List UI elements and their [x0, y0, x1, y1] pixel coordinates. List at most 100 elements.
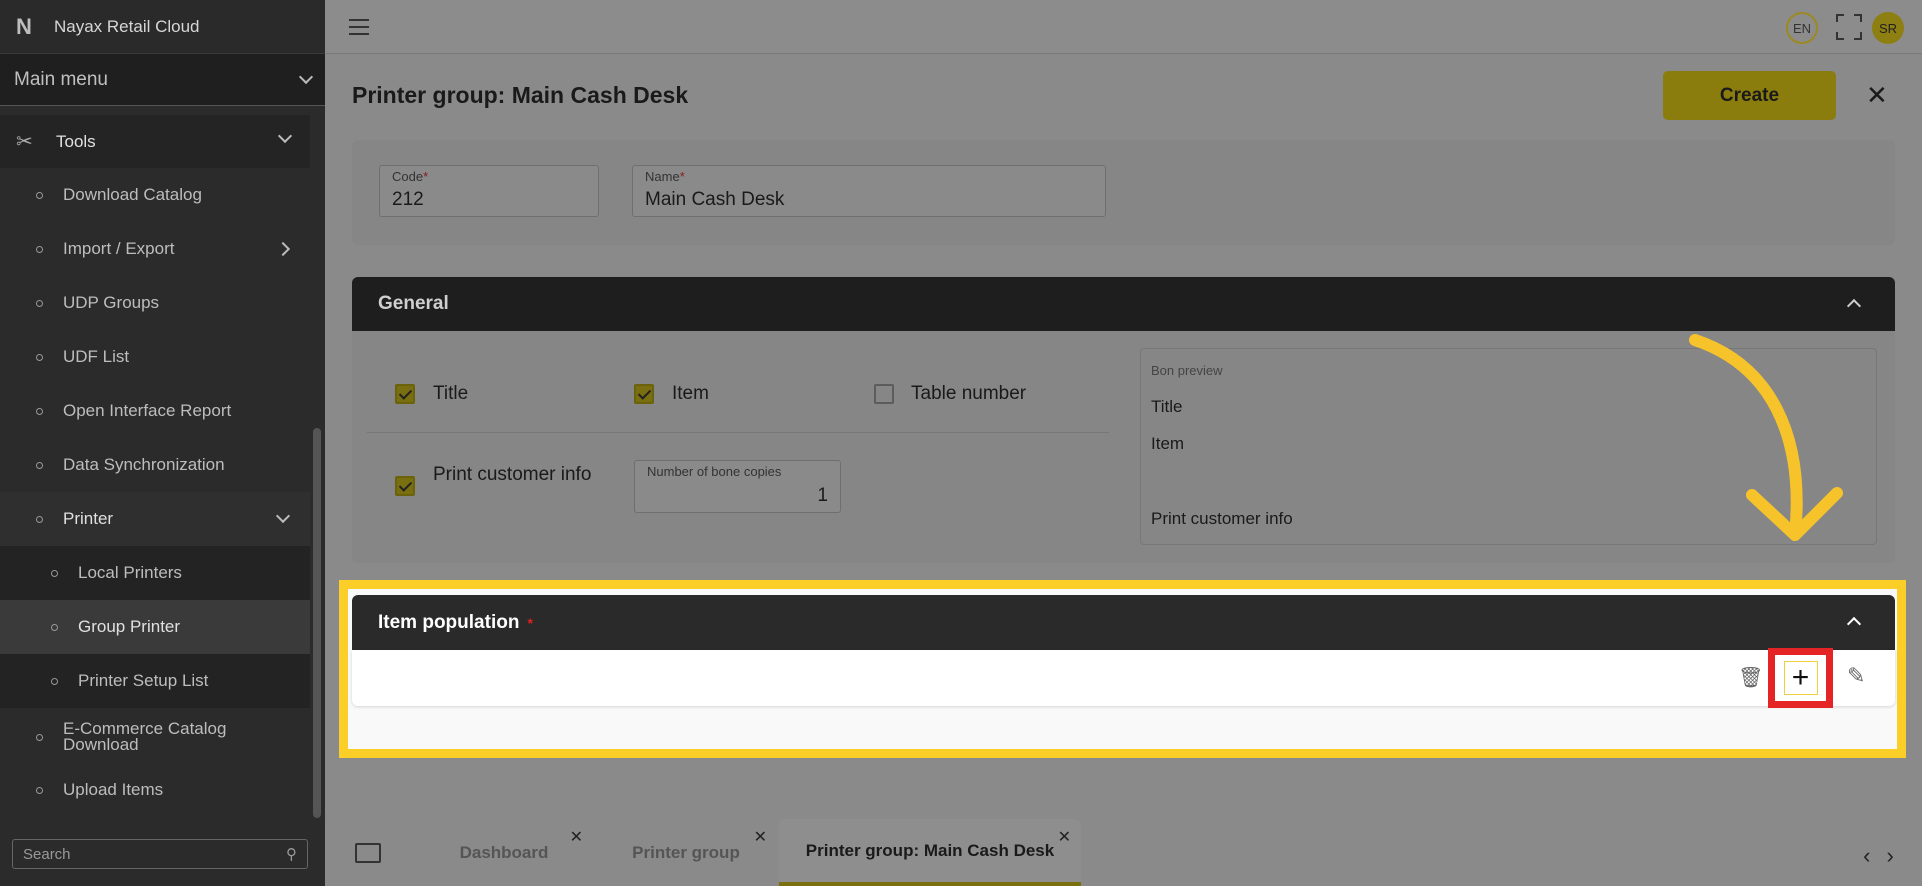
bullet-icon [36, 407, 43, 415]
tab-label: Printer group: Main Cash Desk [805, 840, 1055, 860]
sidebar-search-input[interactable]: Search ⚲ [12, 839, 308, 869]
fullscreen-icon[interactable] [1836, 14, 1862, 40]
name-label: Name [645, 169, 680, 184]
brand[interactable]: N Nayax Retail Cloud [0, 0, 325, 54]
bullet-icon [36, 515, 43, 523]
tab-label: Dashboard [459, 842, 549, 862]
preview-line: Item [1151, 434, 1185, 453]
sidebar-item-label: E-Commerce Catalog Download [63, 719, 227, 754]
sidebar-item-label: Printer [63, 509, 114, 528]
code-value: 212 [392, 189, 424, 210]
general-title: General [378, 293, 449, 314]
tab-label: Printer group [632, 842, 740, 862]
create-button[interactable]: Create [1663, 71, 1836, 120]
name-field[interactable]: Name* Main Cash Desk [632, 165, 1106, 217]
trash-icon[interactable]: 🗑 [1738, 665, 1763, 690]
sidebar-item-tools[interactable]: ✂ Tools [0, 115, 310, 168]
sidebar-item-local-printers[interactable]: Local Printers [0, 546, 310, 600]
divider [367, 432, 1109, 433]
language-button[interactable]: EN [1786, 12, 1818, 44]
bullet-icon [36, 299, 43, 307]
bon-preview-label: Bon preview [1151, 363, 1223, 378]
bullet-icon [51, 569, 58, 577]
sidebar-item-udf-list[interactable]: UDF List [0, 330, 310, 384]
code-label: Code [392, 169, 424, 184]
name-value: Main Cash Desk [645, 189, 785, 210]
main-menu-label: Main menu [14, 68, 108, 90]
plus-icon[interactable]: + [1783, 661, 1818, 695]
sidebar-item-label: UDF List [63, 347, 130, 366]
preview-line: Title [1151, 397, 1183, 416]
item-population-title: Item population [378, 611, 520, 633]
item-checkbox[interactable] [634, 384, 654, 404]
sidebar-item-upload-items[interactable]: Upload Items [0, 763, 310, 817]
sidebar-item-label: Local Printers [78, 563, 182, 582]
sidebar-item-label: Tools [56, 131, 96, 151]
bullet-icon [36, 191, 43, 199]
chevron-down-icon [298, 69, 314, 84]
bone-copies-field[interactable]: Number of bone copies 1 [634, 460, 841, 513]
title-checkbox-label: Title [433, 383, 469, 404]
sidebar-item-data-synchronization[interactable]: Data Synchronization [0, 438, 310, 492]
sidebar-item-open-interface-report[interactable]: Open Interface Report [0, 384, 310, 438]
nayax-logo-icon: N [16, 13, 32, 39]
table-number-checkbox[interactable] [874, 384, 894, 404]
tab-printer-group[interactable]: Printer group ✕ [595, 819, 777, 886]
sidebar-item-label: UDP Groups [63, 293, 160, 312]
code-field[interactable]: Code* 212 [379, 165, 599, 217]
sidebar-item-import-export[interactable]: Import / Export [0, 222, 310, 276]
bullet-icon [36, 353, 43, 361]
required-mark: * [527, 614, 533, 631]
tab-navigation: ‹ › [1835, 825, 1922, 886]
bone-copies-value: 1 [817, 485, 828, 506]
bullet-icon [51, 623, 58, 631]
bullet-icon [51, 677, 58, 685]
print-customer-checkbox-label: Print customer info [433, 464, 592, 485]
title-checkbox[interactable] [395, 384, 415, 404]
edit-icon[interactable]: ✎ [1847, 663, 1865, 689]
chevron-right-icon [275, 241, 291, 257]
tools-icon: ✂ [16, 130, 33, 153]
chevron-left-icon[interactable]: ‹ [1863, 843, 1870, 869]
page-title: Printer group: Main Cash Desk [352, 82, 689, 108]
sidebar-item-label: Group Printer [78, 617, 181, 636]
sidebar-item-label: Import / Export [63, 239, 175, 258]
tab-dashboard[interactable]: Dashboard ✕ [415, 819, 593, 886]
chevron-right-icon[interactable]: › [1887, 843, 1894, 869]
bone-copies-label: Number of bone copies [647, 464, 782, 479]
add-item-button[interactable]: + [1768, 648, 1833, 708]
sidebar-item-group-printer[interactable]: Group Printer [0, 600, 310, 654]
tabs-overview-icon[interactable] [355, 843, 381, 863]
close-icon[interactable]: ✕ [1058, 827, 1071, 847]
sidebar-item-ecommerce-catalog-download[interactable]: E-Commerce Catalog Download [0, 710, 310, 764]
required-mark: * [679, 169, 685, 184]
sidebar-item-label: Data Synchronization [63, 455, 225, 474]
bullet-icon [36, 733, 43, 741]
sidebar-item-label: Printer Setup List [78, 671, 209, 690]
sidebar-item-label: Upload Items [63, 780, 164, 799]
sidebar-item-printer[interactable]: Printer [0, 492, 310, 546]
required-mark: * [423, 169, 429, 184]
general-section-header[interactable]: General [352, 277, 1895, 331]
collapse-icon[interactable] [1846, 616, 1862, 632]
annotation-arrow-icon [1689, 334, 1843, 541]
item-checkbox-label: Item [672, 383, 709, 404]
hamburger-menu-icon[interactable] [349, 19, 369, 40]
table-number-checkbox-label: Table number [911, 383, 1027, 404]
sidebar-item-download-catalog[interactable]: Download Catalog [0, 168, 310, 222]
close-icon[interactable]: ✕ [570, 827, 583, 847]
sidebar-item-printer-setup-list[interactable]: Printer Setup List [0, 654, 310, 708]
sidebar-scrollbar[interactable] [313, 428, 321, 818]
search-icon[interactable]: ⚲ [286, 845, 297, 863]
close-icon[interactable]: ✕ [754, 827, 767, 847]
collapse-icon[interactable] [1846, 298, 1862, 314]
item-population-header[interactable]: Item population * [352, 595, 1895, 650]
tab-printer-group-main-cash-desk[interactable]: Printer group: Main Cash Desk ✕ [779, 819, 1081, 886]
print-customer-checkbox[interactable] [395, 476, 415, 496]
close-icon[interactable]: ✕ [1866, 82, 1888, 108]
user-avatar[interactable]: SR [1872, 12, 1904, 44]
sidebar-item-udp-groups[interactable]: UDP Groups [0, 276, 310, 330]
chevron-down-icon [275, 508, 291, 524]
main-menu-dropdown[interactable]: Main menu [0, 54, 325, 106]
top-bar: EN SR [325, 0, 1922, 54]
